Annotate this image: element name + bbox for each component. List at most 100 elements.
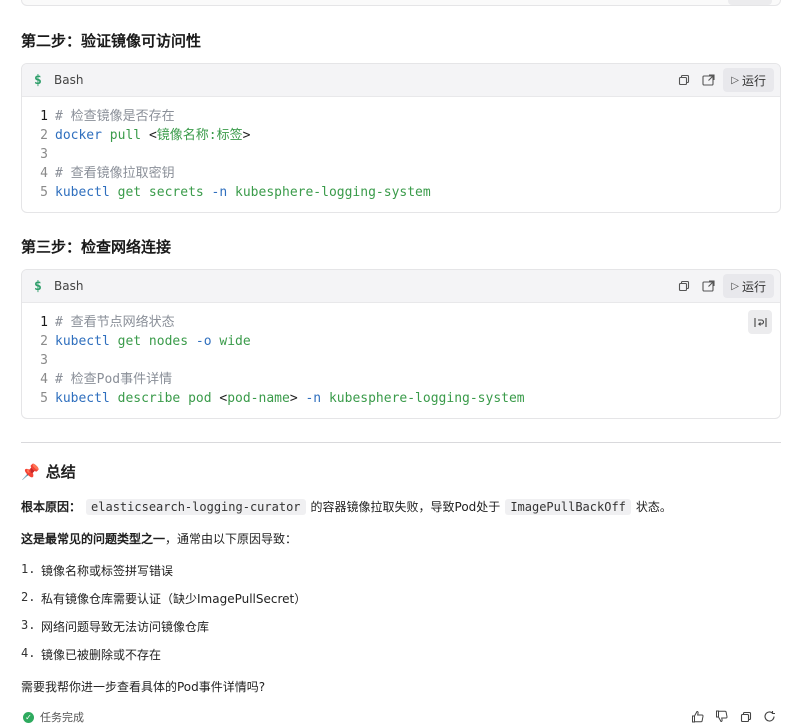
code-flag: -o [195,334,212,349]
run-button[interactable]: ▷ 运行 [723,274,774,298]
root-cause-label: 根本原因： [21,500,82,514]
line-number: 4 [40,166,48,181]
list-item: 3. 网络问题导致无法访问镜像仓库 [21,618,209,635]
code-plain: > [289,391,306,406]
open-external-icon[interactable] [699,277,717,295]
pushpin-icon: 📌 [21,462,40,481]
code-line: 4 # 查看镜像拉取密钥 [22,164,780,183]
code-header: $ Bash ▷ 运行 [22,64,780,97]
refresh-icon[interactable] [762,709,777,724]
language-label: Bash [54,73,84,87]
code-line: 3 [22,351,780,370]
copy-icon[interactable] [738,709,753,724]
root-cause-text: 的容器镜像拉取失败，导致Pod处于 [310,500,501,514]
follow-up-question: 需要我帮你进一步查看具体的Pod事件详情吗? [21,680,266,694]
code-block-step2: $ Bash ▷ 运行 1 # 检查镜像是否存在 2 docker pull <… [21,63,781,213]
code-flag: -n [305,391,322,406]
code-plain: < [148,128,157,143]
code-args: describe pod [109,391,220,406]
language-label: Bash [54,279,84,293]
play-icon: ▷ [731,74,739,86]
line-number: 5 [40,185,48,200]
code-line: 2 kubectl get nodes -o wide [22,332,780,351]
line-number: 2 [40,334,48,349]
code-comment: # 查看镜像拉取密钥 [55,166,175,181]
word-wrap-toggle-button[interactable] [748,310,772,334]
list-number: 4. [21,646,36,660]
code-line: 1 # 查看节点网络状态 [22,313,780,332]
common-cause-text: ，通常由以下原因导致： [165,532,298,546]
common-cause-paragraph: 这是最常见的问题类型之一 ，通常由以下原因导致： [21,530,297,547]
message-actions [690,709,777,724]
thumbs-up-icon[interactable] [690,709,705,724]
code-comment: # 检查Pod事件详情 [55,372,173,387]
code-comment: # 查看节点网络状态 [55,315,175,330]
run-label: 运行 [741,73,766,88]
code-header: $ Bash ▷ 运行 [22,270,780,303]
inline-code: ImagePullBackOff [505,498,631,515]
line-number: 1 [40,109,48,124]
copy-icon[interactable] [675,71,693,89]
code-body: 1 # 查看节点网络状态 2 kubectl get nodes -o wide… [22,303,780,418]
code-args: get nodes [109,334,196,349]
list-text: 镜像名称或标签拼写错误 [41,564,174,578]
word-wrap-icon [753,317,767,327]
code-line: 5 kubectl describe pod < pod-name > -n k… [22,389,780,408]
code-command: kubectl [55,391,110,406]
inline-code: elasticsearch-logging-curator [86,498,306,515]
line-number: 4 [40,372,48,387]
line-number: 1 [40,315,48,330]
run-label: 运行 [741,279,766,294]
root-cause-text: 状态。 [635,500,672,514]
task-status: ✓ 任务完成 [23,709,84,725]
task-status-label: 任务完成 [40,711,84,724]
check-circle-icon: ✓ [23,711,34,723]
code-args: pull [101,128,149,143]
section-divider [21,442,781,443]
code-line: 1 # 检查镜像是否存在 [22,107,780,126]
code-command: docker [55,128,102,143]
code-comment: # 检查镜像是否存在 [55,109,175,124]
open-external-icon[interactable] [699,71,717,89]
terminal-dollar-icon: $ [34,278,42,294]
common-cause-bold: 这是最常见的问题类型之一 [21,532,166,546]
root-cause-paragraph: 根本原因： elasticsearch-logging-curator 的容器镜… [21,498,672,515]
code-plain: < [219,391,228,406]
code-placeholder: 镜像名称:标签 [156,128,243,143]
step2-title: 第二步：验证镜像可访问性 [21,32,202,50]
code-flag: -n [211,185,228,200]
thumbs-down-icon[interactable] [714,709,729,724]
list-item: 4. 镜像已被删除或不存在 [21,646,161,663]
summary-heading: 📌 总结 [21,461,76,482]
code-placeholder: pod-name [227,391,290,406]
copy-icon[interactable] [675,277,693,295]
line-number: 3 [40,353,48,368]
code-line: 2 docker pull < 镜像名称:标签 > [22,126,780,145]
list-item: 1. 镜像名称或标签拼写错误 [21,562,173,579]
line-number: 3 [40,147,48,162]
code-command: kubectl [55,185,110,200]
play-icon: ▷ [731,280,739,292]
previous-run-button[interactable] [728,0,772,5]
code-line: 4 # 检查Pod事件详情 [22,370,780,389]
code-line: 3 [22,145,780,164]
list-text: 私有镜像仓库需要认证（缺少ImagePullSecret） [41,592,307,606]
run-button[interactable]: ▷ 运行 [723,68,774,92]
code-command: kubectl [55,334,110,349]
code-value: wide [211,334,251,349]
list-text: 网络问题导致无法访问镜像仓库 [41,620,210,634]
line-number: 5 [40,391,48,406]
terminal-dollar-icon: $ [34,72,42,88]
previous-code-block [21,0,781,6]
list-number: 1. [21,562,36,576]
list-number: 3. [21,618,36,632]
summary-title: 总结 [45,463,76,481]
code-block-step3: $ Bash ▷ 运行 1 # 查看节点网络状态 2 kubectl get n… [21,269,781,419]
code-namespace: kubesphere-logging-system [227,185,431,200]
list-item: 2. 私有镜像仓库需要认证（缺少ImagePullSecret） [21,590,306,607]
code-line: 5 kubectl get secrets -n kubesphere-logg… [22,183,780,202]
line-number: 2 [40,128,48,143]
step3-title: 第三步：检查网络连接 [21,238,172,256]
code-plain: > [242,128,251,143]
code-body: 1 # 检查镜像是否存在 2 docker pull < 镜像名称:标签 > 3… [22,97,780,212]
